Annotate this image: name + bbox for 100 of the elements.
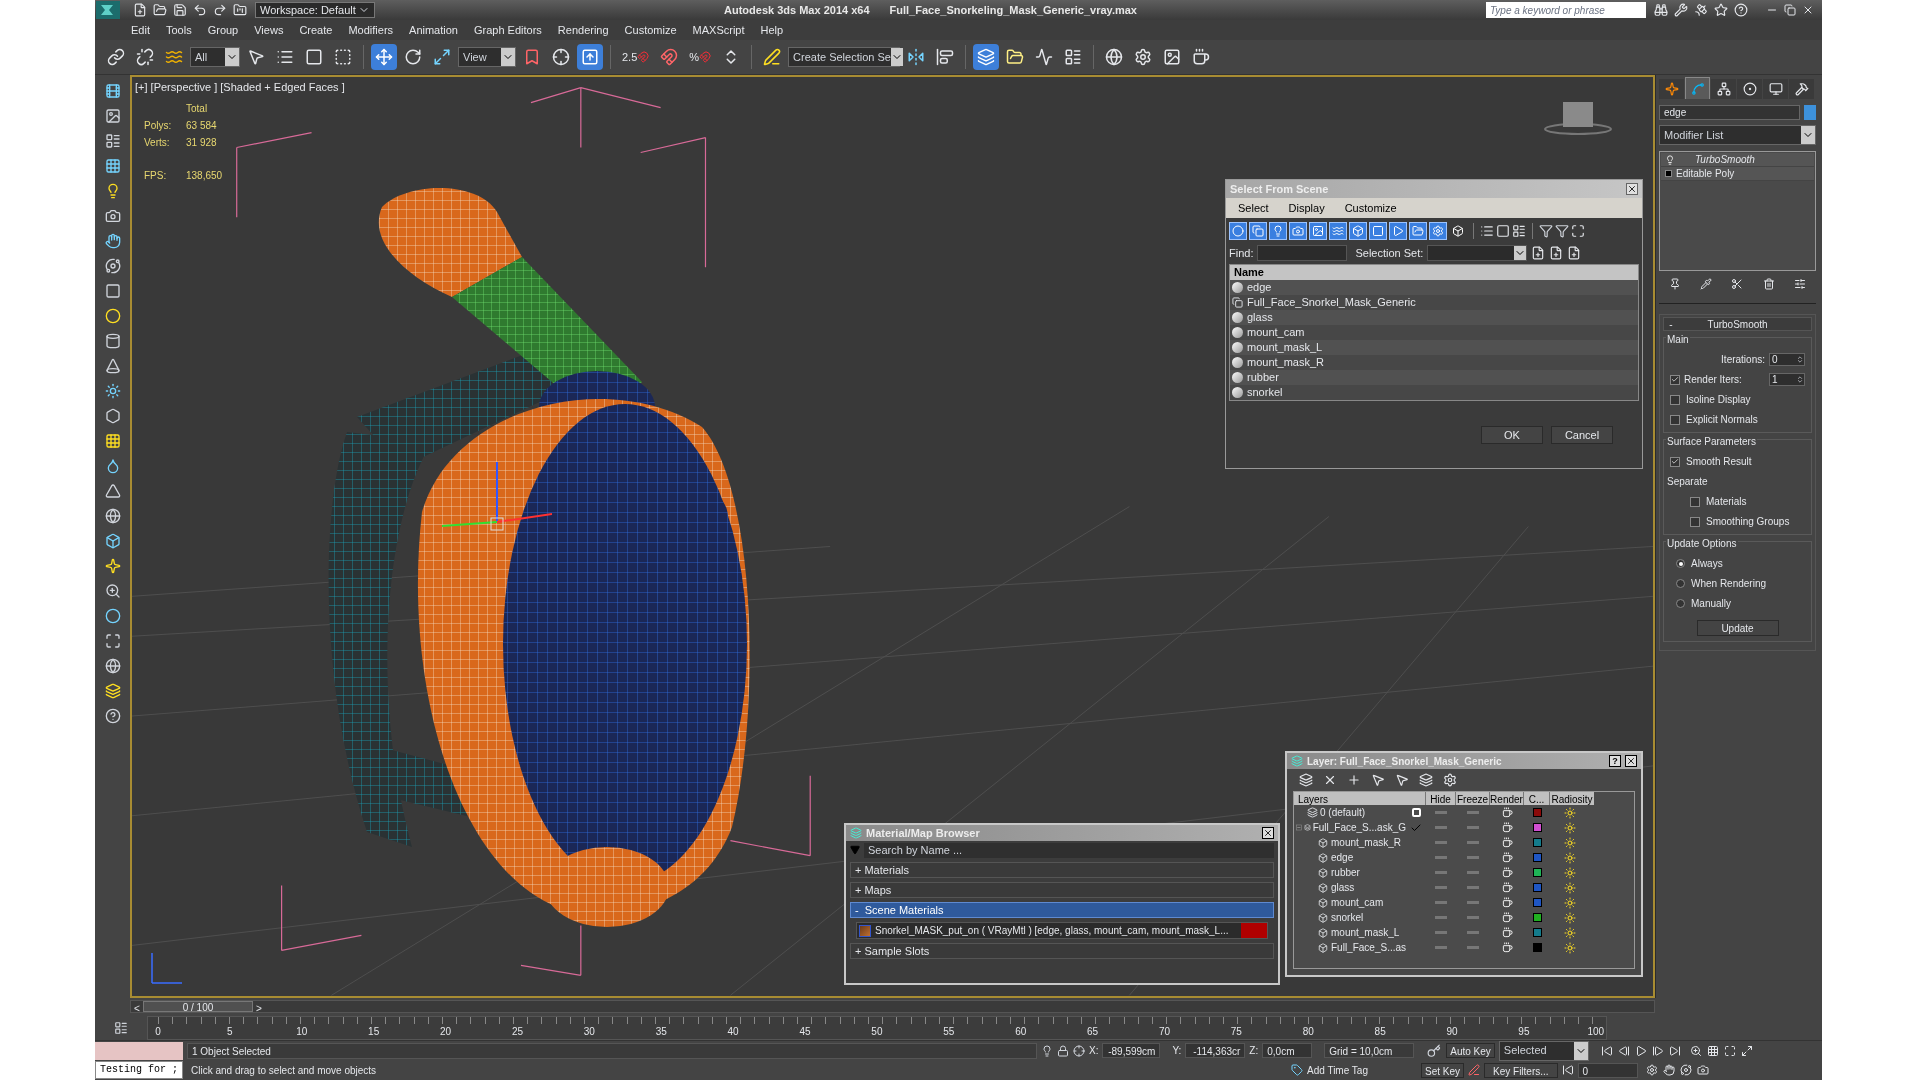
checkbox-label: Smooth Result — [1686, 455, 1752, 469]
frame-number: 95 — [1517, 1024, 1531, 1039]
snap-toggle-button[interactable]: 2.5 — [618, 44, 654, 70]
layer-name[interactable]: Full_Face_S...ask_G — [1312, 820, 1406, 835]
object-list-row[interactable]: glass — [1230, 310, 1638, 325]
object-name[interactable]: glass — [1331, 880, 1355, 895]
menu-item[interactable]: Modifiers — [340, 21, 402, 39]
category-header[interactable]: + Materials — [850, 862, 1274, 878]
set-key-button[interactable]: Set Key — [1421, 1062, 1465, 1078]
dialog-button[interactable]: OK — [1481, 425, 1543, 444]
auto-key-button[interactable]: Auto Key — [1446, 1043, 1495, 1058]
object-list-row[interactable]: edge — [1230, 280, 1638, 295]
frame-number: 85 — [1373, 1024, 1387, 1039]
column-header[interactable]: Freeze — [1456, 792, 1490, 805]
key-filters-button[interactable]: Key Filters... — [1484, 1062, 1558, 1078]
next-frame-button[interactable]: > — [253, 1001, 265, 1012]
modifier-stack-item[interactable]: TurboSmooth — [1661, 153, 1814, 167]
frame-number: 35 — [654, 1024, 668, 1039]
material-list-row[interactable]: Snorkel_MASK_put_on ( VRayMtl ) [edge, glass, mount_cam, mount_mask_L... — [856, 922, 1268, 939]
menu-item[interactable]: Rendering — [549, 21, 617, 39]
coordinate-field[interactable]: -114,363cr — [1185, 1043, 1246, 1058]
frame-number: 15 — [367, 1024, 381, 1039]
object-list-row[interactable]: mount_mask_L — [1230, 340, 1638, 355]
menu-item[interactable]: MAXScript — [684, 21, 753, 39]
frame-number: 10 — [295, 1024, 309, 1039]
time-slider-track[interactable]: < 0 / 100 > — [130, 1000, 1655, 1013]
object-name[interactable]: edge — [1331, 850, 1354, 865]
spinner-field[interactable]: 1 — [1769, 373, 1805, 386]
coordinate-label: Y: — [1172, 1044, 1182, 1058]
workspace-dropdown[interactable]: Workspace: Default — [255, 2, 375, 18]
frame-number: 55 — [942, 1024, 956, 1039]
checkbox-label: Render Iters: — [1684, 373, 1743, 387]
frame-number: 90 — [1445, 1024, 1459, 1039]
column-header[interactable]: Render — [1490, 792, 1524, 805]
named-selection-dropdown[interactable]: Create Selection Se — [788, 47, 901, 67]
category-header[interactable]: + Sample Slots — [850, 943, 1274, 959]
percent-snap-button[interactable]: % — [685, 44, 716, 70]
spinner-field[interactable]: 0 — [1769, 353, 1805, 366]
find-label: Find: — [1229, 245, 1254, 261]
search-field[interactable]: Type a keyword or phrase — [1486, 2, 1646, 18]
coordinate-label: Z: — [1249, 1044, 1259, 1058]
current-frame-field[interactable]: 0 — [1577, 1062, 1638, 1078]
stats-value: 63 584 — [186, 119, 218, 133]
modifier-list-dropdown[interactable]: Modifier List — [1659, 125, 1816, 145]
column-header[interactable]: Hide — [1426, 792, 1456, 805]
frame-number: 25 — [510, 1024, 524, 1039]
timeline-ruler[interactable]: 0 5 10 15 20 25 30 35 40 45 50 55 60 65 70 75 80 85 90 95 100 — [147, 1015, 1607, 1040]
object-name-field[interactable]: edge — [1659, 105, 1800, 120]
stats-label: Verts: — [144, 136, 171, 150]
category-header[interactable]: + Maps — [850, 882, 1274, 898]
search-field[interactable]: Search by Name ... — [864, 842, 1274, 858]
time-slider-thumb[interactable]: 0 / 100 — [143, 1001, 253, 1012]
modifier-stack-item[interactable]: Editable Poly — [1661, 167, 1814, 181]
stats-value: 31 928 — [186, 136, 218, 150]
menu-item[interactable]: Display — [1288, 199, 1325, 217]
object-list-row[interactable]: rubber — [1230, 370, 1638, 385]
rollout-title[interactable]: TurboSmooth — [1678, 316, 1811, 332]
frame-number: 60 — [1014, 1024, 1028, 1039]
frame-number: 50 — [870, 1024, 884, 1039]
checkbox-label: Smoothing Groups — [1706, 515, 1790, 529]
selection-filter-dropdown[interactable]: All — [190, 47, 240, 67]
column-header[interactable]: Layers — [1294, 792, 1426, 805]
menu-item[interactable]: Customize — [1344, 199, 1397, 217]
menu-item[interactable]: Views — [246, 21, 292, 39]
category-header[interactable]: - Scene Materials — [850, 902, 1274, 918]
menu-item[interactable]: Group — [199, 21, 247, 39]
help-button[interactable]: ? — [1609, 755, 1621, 767]
menu-item[interactable]: Graph Editors — [465, 21, 550, 39]
coordinate-field[interactable]: -89,599cm — [1102, 1043, 1161, 1058]
menu-item[interactable]: Tools — [157, 21, 200, 39]
viewport-label[interactable]: [+] [Perspective ] [Shaded + Edged Faces ] — [135, 79, 345, 96]
object-name[interactable]: snorkel — [1331, 910, 1364, 925]
maxscript-listener-field[interactable]: Testing for ; — [95, 1061, 183, 1079]
add-time-tag-label[interactable]: Add Time Tag — [1307, 1062, 1417, 1078]
object-name[interactable]: mount_cam — [1331, 895, 1384, 910]
frame-number: 80 — [1301, 1024, 1315, 1039]
column-header[interactable]: Radiosity — [1550, 792, 1594, 805]
column-header[interactable]: C... — [1524, 792, 1550, 805]
menu-item[interactable]: Select — [1238, 199, 1269, 217]
frame-number: 5 — [226, 1024, 234, 1039]
frame-number: 65 — [1086, 1024, 1100, 1039]
object-name[interactable]: rubber — [1331, 865, 1360, 880]
menu-item[interactable]: Edit — [123, 21, 158, 39]
dialog-button[interactable]: Cancel — [1551, 425, 1613, 444]
layer-name[interactable]: 0 (default) — [1320, 805, 1366, 820]
object-name[interactable]: mount_mask_R — [1331, 835, 1402, 850]
key-mode-dropdown[interactable]: Selected — [1498, 1040, 1589, 1061]
previous-frame-button[interactable]: < — [131, 1001, 143, 1012]
update-button[interactable]: Update — [1696, 620, 1779, 636]
menu-item[interactable]: Create — [291, 21, 341, 39]
reference-coordinate-dropdown[interactable]: View — [458, 47, 516, 67]
menu-item[interactable]: Animation — [401, 21, 466, 39]
menu-item[interactable]: Help — [752, 21, 792, 39]
name-column-header[interactable]: Name — [1230, 265, 1638, 280]
rollout-toggle[interactable]: - — [1664, 316, 1678, 332]
object-name[interactable]: Full_Face_S...as — [1331, 940, 1407, 955]
frame-number: 30 — [582, 1024, 596, 1039]
coordinate-field[interactable]: 0,0cm — [1262, 1043, 1313, 1058]
menu-item[interactable]: Customize — [616, 21, 685, 39]
object-name[interactable]: mount_mask_L — [1331, 925, 1400, 940]
